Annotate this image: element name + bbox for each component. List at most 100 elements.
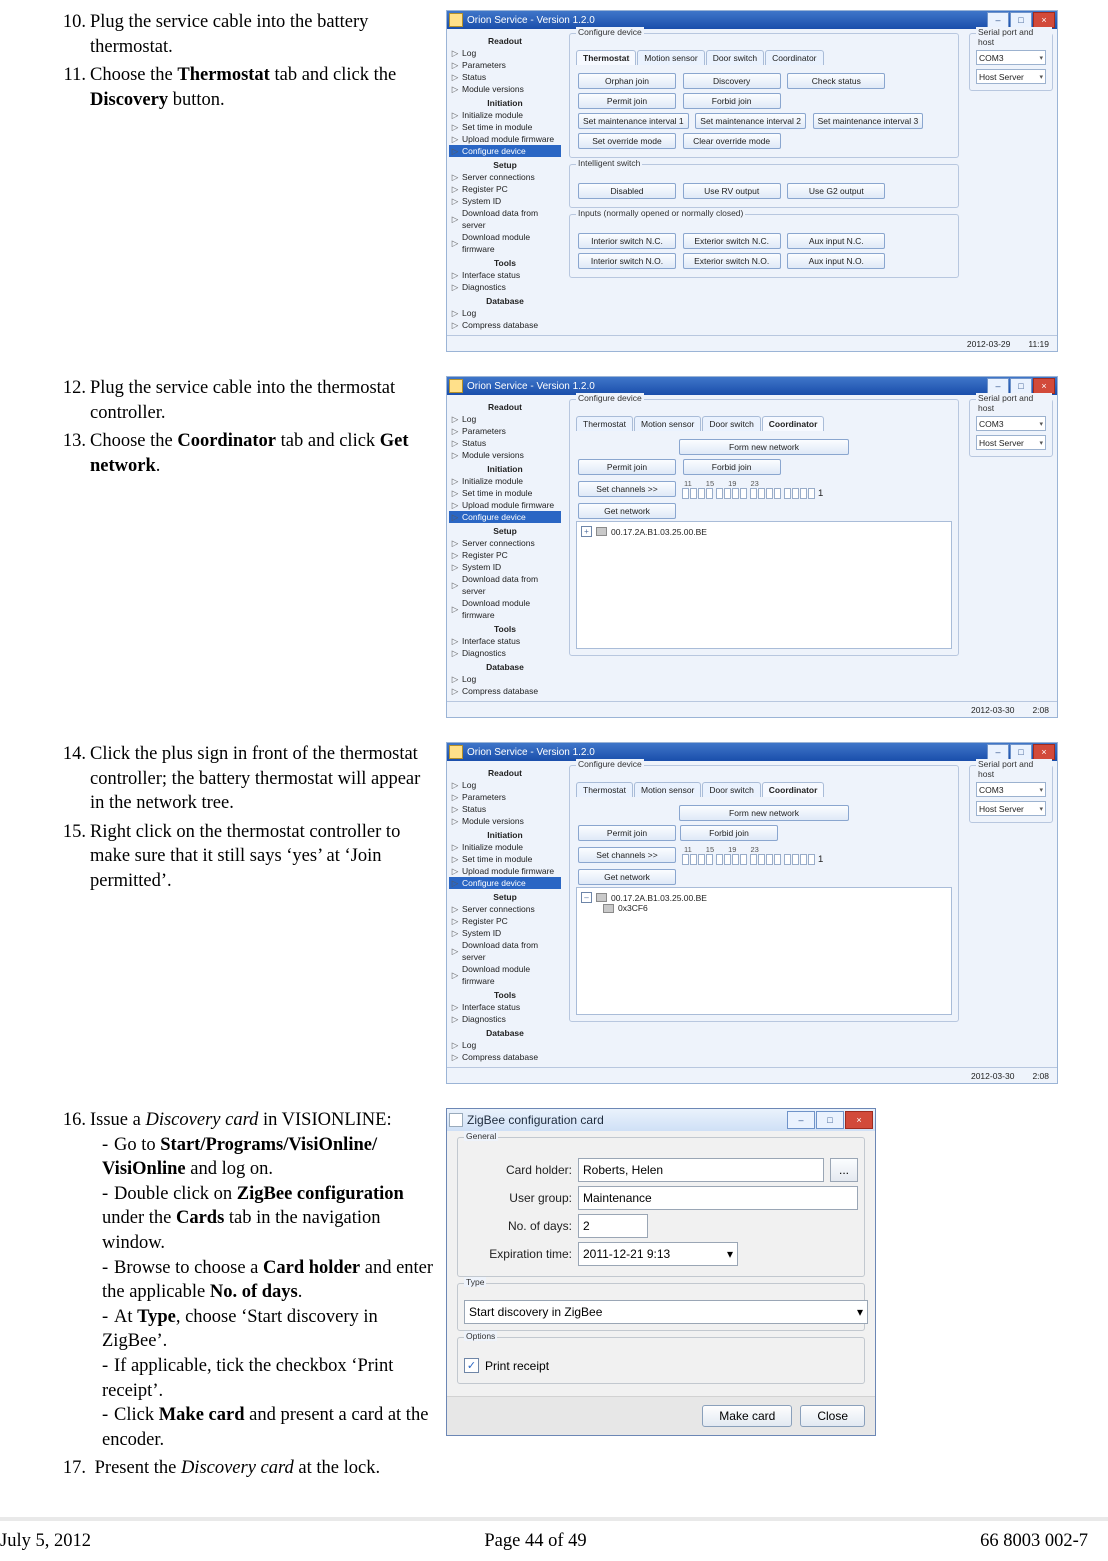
sidebar-item-parameters[interactable]: ▷Parameters <box>449 59 561 71</box>
minus-icon[interactable]: – <box>581 892 592 903</box>
aux-nc-button[interactable]: Aux input N.C. <box>787 233 885 249</box>
close-button[interactable]: × <box>845 1111 873 1129</box>
check-status-button[interactable]: Check status <box>787 73 885 89</box>
interior-no-button[interactable]: Interior switch N.O. <box>578 253 676 269</box>
sidebar-item-log[interactable]: ▷Log <box>449 47 561 59</box>
clear-override-button[interactable]: Clear override mode <box>683 133 781 149</box>
set-mi1-button[interactable]: Set maintenance interval 1 <box>578 113 689 129</box>
com-port-select[interactable]: COM3▾ <box>976 416 1046 431</box>
network-tree[interactable]: –00.17.2A.B1.03.25.00.BE 0x3CF6 <box>576 887 952 1015</box>
form-new-network-button[interactable]: Form new network <box>679 439 849 455</box>
com-port-select[interactable]: COM3▾ <box>976 50 1046 65</box>
sidebar-item-set-time[interactable]: ▷Set time in module <box>449 121 561 133</box>
group-intelligent-switch: Intelligent switch Disabled Use RV outpu… <box>569 164 959 208</box>
permit-join-button[interactable]: Permit join <box>578 459 676 475</box>
close-button[interactable]: × <box>1033 12 1055 28</box>
device-icon <box>603 904 614 913</box>
sidebar-item-system-id[interactable]: ▷System ID <box>449 195 561 207</box>
expiration-time-select[interactable]: 2011-12-21 9:13▾ <box>578 1242 738 1266</box>
print-receipt-checkbox[interactable]: ✓ Print receipt <box>464 1358 858 1373</box>
sidebar-item-compress-db[interactable]: ▷Compress database <box>449 319 561 331</box>
status-date: 2012-03-29 <box>967 339 1010 349</box>
host-select[interactable]: Host Server▾ <box>976 69 1046 84</box>
plus-icon[interactable]: + <box>581 526 592 537</box>
aux-no-button[interactable]: Aux input N.O. <box>787 253 885 269</box>
use-rv-button[interactable]: Use RV output <box>683 183 781 199</box>
tab-motion-sensor[interactable]: Motion sensor <box>634 416 701 431</box>
titlebar[interactable]: Orion Service - Version 1.2.0 –□× <box>447 743 1057 761</box>
tree-node-child[interactable]: 0x3CF6 <box>618 903 648 913</box>
sidebar-item-upload-fw[interactable]: ▷Upload module firmware <box>449 133 561 145</box>
use-g2-button[interactable]: Use G2 output <box>787 183 885 199</box>
titlebar[interactable]: Orion Service - Version 1.2.0 – □ × <box>447 11 1057 29</box>
set-override-button[interactable]: Set override mode <box>578 133 676 149</box>
sidebar-item-server-conn[interactable]: ▷Server connections <box>449 171 561 183</box>
permit-join-button[interactable]: Permit join <box>578 93 676 109</box>
sidebar-head-readout: Readout <box>449 36 561 46</box>
tree-node-mac[interactable]: 00.17.2A.B1.03.25.00.BE <box>611 527 707 537</box>
tab-coordinator[interactable]: Coordinator <box>762 416 825 431</box>
chevron-down-icon: ▾ <box>857 1305 863 1319</box>
exterior-no-button[interactable]: Exterior switch N.O. <box>683 253 781 269</box>
maximize-button[interactable]: □ <box>816 1111 844 1129</box>
interior-nc-button[interactable]: Interior switch N.C. <box>578 233 676 249</box>
tab-thermostat[interactable]: Thermostat <box>576 50 636 65</box>
no-of-days-label: No. of days: <box>464 1219 572 1233</box>
set-channels-button[interactable]: Set channels >> <box>578 481 676 497</box>
sidebar-item-diagnostics[interactable]: ▷Diagnostics <box>449 281 561 293</box>
chevron-down-icon: ▾ <box>1039 54 1043 62</box>
tab-motion-sensor[interactable]: Motion sensor <box>637 50 704 65</box>
set-mi2-button[interactable]: Set maintenance interval 2 <box>695 113 806 129</box>
channel-slots[interactable] <box>682 488 713 499</box>
app-icon <box>449 1113 463 1127</box>
sidebar: Readout ▷Log ▷Parameters ▷Status ▷Module… <box>447 29 563 335</box>
close-dialog-button[interactable]: Close <box>800 1405 865 1427</box>
discovery-button[interactable]: Discovery <box>683 73 781 89</box>
minimize-button[interactable]: – <box>787 1111 815 1129</box>
sidebar-item-register-pc[interactable]: ▷Register PC <box>449 183 561 195</box>
disabled-button[interactable]: Disabled <box>578 183 676 199</box>
sidebar-item-module-versions[interactable]: ▷Module versions <box>449 83 561 95</box>
close-button[interactable]: × <box>1033 378 1055 394</box>
step-14: Click the plus sign in front of the ther… <box>90 742 436 816</box>
tab-thermostat[interactable]: Thermostat <box>576 416 633 431</box>
sidebar-item-configure-device[interactable]: ▷Configure device <box>449 145 561 157</box>
sidebar-head-setup: Setup <box>449 160 561 170</box>
maximize-button[interactable]: □ <box>1010 12 1032 28</box>
form-new-network-button[interactable]: Form new network <box>679 805 849 821</box>
footer-page: Page 44 of 49 <box>484 1531 586 1552</box>
titlebar[interactable]: Orion Service - Version 1.2.0 –□× <box>447 377 1057 395</box>
host-select[interactable]: Host Server▾ <box>976 435 1046 450</box>
forbid-join-button[interactable]: Forbid join <box>683 459 781 475</box>
maximize-button[interactable]: □ <box>1010 378 1032 394</box>
tab-door-switch[interactable]: Door switch <box>706 50 764 65</box>
chevron-down-icon: ▾ <box>1039 73 1043 81</box>
user-group-input[interactable] <box>578 1186 858 1210</box>
titlebar[interactable]: ZigBee configuration card –□× <box>447 1109 875 1131</box>
sidebar-item-status[interactable]: ▷Status <box>449 71 561 83</box>
no-of-days-input[interactable] <box>578 1214 648 1238</box>
sidebar-item-db-log[interactable]: ▷Log <box>449 307 561 319</box>
set-mi3-button[interactable]: Set maintenance interval 3 <box>813 113 924 129</box>
print-receipt-label: Print receipt <box>485 1359 549 1373</box>
browse-card-holder-button[interactable]: ... <box>830 1158 858 1182</box>
network-tree[interactable]: +00.17.2A.B1.03.25.00.BE <box>576 521 952 649</box>
tab-coordinator[interactable]: Coordinator <box>765 50 823 65</box>
sidebar-item-initialize[interactable]: ▷Initialize module <box>449 109 561 121</box>
sidebar-item-dl-fw[interactable]: ▷Download module firmware <box>449 231 561 255</box>
type-select[interactable]: Start discovery in ZigBee▾ <box>464 1300 868 1324</box>
sidebar-item-dl-data[interactable]: ▷Download data from server <box>449 207 561 231</box>
group-inputs: Inputs (normally opened or normally clos… <box>569 214 959 278</box>
orphan-join-button[interactable]: Orphan join <box>578 73 676 89</box>
minimize-button[interactable]: – <box>987 378 1009 394</box>
forbid-join-button[interactable]: Forbid join <box>683 93 781 109</box>
minimize-button[interactable]: – <box>987 12 1009 28</box>
step-16: Issue a Discovery card in VISIONLINE: -G… <box>90 1108 436 1452</box>
tab-door-switch[interactable]: Door switch <box>702 416 760 431</box>
app-icon <box>449 745 463 759</box>
make-card-button[interactable]: Make card <box>702 1405 792 1427</box>
sidebar-item-if-status[interactable]: ▷Interface status <box>449 269 561 281</box>
card-holder-input[interactable] <box>578 1158 824 1182</box>
exterior-nc-button[interactable]: Exterior switch N.C. <box>683 233 781 249</box>
get-network-button[interactable]: Get network <box>578 503 676 519</box>
